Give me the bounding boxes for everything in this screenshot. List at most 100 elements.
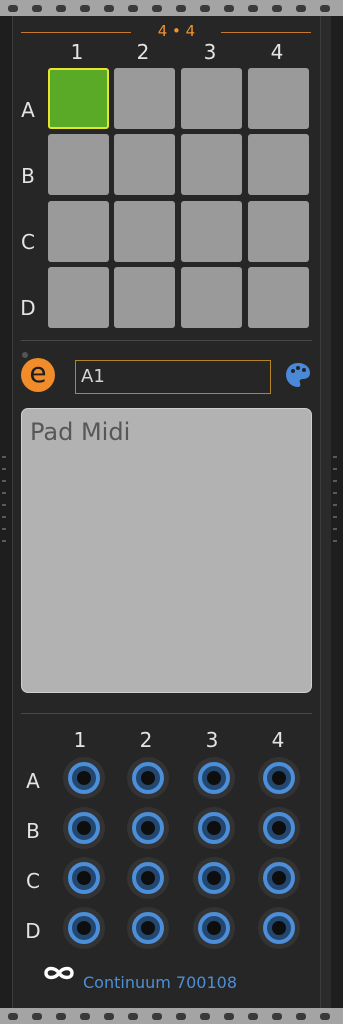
output-jack-d2[interactable] [127, 907, 169, 949]
right-neighbor-module [331, 16, 343, 1008]
panel-marking [2, 492, 6, 494]
panel-marking [2, 528, 6, 530]
rail-hole [176, 1013, 186, 1020]
output-jack-d3[interactable] [193, 907, 235, 949]
pad-row-label: B [21, 164, 35, 188]
pad-a4[interactable] [248, 68, 309, 129]
jack-column-label: 1 [73, 728, 87, 752]
output-jack-b2[interactable] [127, 807, 169, 849]
divider [21, 340, 312, 341]
pad-d2[interactable] [114, 267, 175, 328]
pad-c2[interactable] [114, 201, 175, 262]
pad-a2[interactable] [114, 68, 175, 129]
jack-column-label: 4 [271, 728, 285, 752]
panel-marking [333, 456, 337, 458]
description-panel: Pad Midi [21, 408, 312, 693]
editor-e-icon[interactable]: e [21, 358, 55, 392]
pad-d1[interactable] [48, 267, 109, 328]
selected-pad-field[interactable]: A1 [75, 360, 271, 394]
title-rule-right [221, 32, 311, 33]
pad-b3[interactable] [181, 134, 242, 195]
jack-row-label: C [26, 869, 40, 893]
jack-column-label: 2 [139, 728, 153, 752]
pad-d4[interactable] [248, 267, 309, 328]
output-jack-c3[interactable] [193, 857, 235, 899]
palette-icon[interactable] [285, 362, 311, 392]
jack-column-label: 3 [205, 728, 219, 752]
rail-hole [32, 1013, 42, 1020]
rail-hole [272, 5, 282, 12]
pad-column-label: 4 [270, 40, 284, 64]
rail-hole [248, 5, 258, 12]
rail-hole [128, 5, 138, 12]
rail-hole [8, 5, 18, 12]
pad-c3[interactable] [181, 201, 242, 262]
pad-a1[interactable] [48, 68, 109, 129]
rail-hole [320, 5, 330, 12]
panel-marking [2, 456, 6, 458]
brand-label: Continuum 700108 [83, 973, 237, 992]
rail-hole [200, 5, 210, 12]
rail-hole [80, 1013, 90, 1020]
output-jack-b1[interactable] [63, 807, 105, 849]
output-jack-c2[interactable] [127, 857, 169, 899]
rail-hole [56, 5, 66, 12]
jack-row-label: B [26, 819, 40, 843]
rail-hole [200, 1013, 210, 1020]
infinity-icon [43, 964, 75, 986]
pad-b1[interactable] [48, 134, 109, 195]
output-jack-d4[interactable] [258, 907, 300, 949]
output-jack-a4[interactable] [258, 757, 300, 799]
panel-marking [2, 504, 6, 506]
jack-row-label: D [25, 919, 41, 943]
divider [21, 713, 312, 714]
pad-b2[interactable] [114, 134, 175, 195]
panel-marking [2, 540, 6, 542]
rail-hole [296, 1013, 306, 1020]
output-jack-a3[interactable] [193, 757, 235, 799]
panel-marking [333, 540, 337, 542]
pad-d3[interactable] [181, 267, 242, 328]
panel-marking [333, 492, 337, 494]
output-jack-c4[interactable] [258, 857, 300, 899]
panel-marking [333, 504, 337, 506]
pad-column-label: 1 [70, 40, 84, 64]
panel-marking [333, 480, 337, 482]
rail-hole [320, 1013, 330, 1020]
rail-hole [176, 5, 186, 12]
pad-column-label: 2 [136, 40, 150, 64]
top-rail [0, 0, 343, 16]
jack-row-label: A [26, 769, 40, 793]
panel-marking [2, 480, 6, 482]
rail-hole [56, 1013, 66, 1020]
pad-c1[interactable] [48, 201, 109, 262]
rail-hole [104, 5, 114, 12]
pad-column-label: 3 [203, 40, 217, 64]
output-jack-a1[interactable] [63, 757, 105, 799]
rail-hole [224, 5, 234, 12]
panel-marking [333, 468, 337, 470]
output-jack-d1[interactable] [63, 907, 105, 949]
pad-row-label: D [20, 296, 36, 320]
output-jack-c1[interactable] [63, 857, 105, 899]
pad-row-label: C [21, 230, 35, 254]
title-rule-left [21, 32, 131, 33]
module-title: 4 • 4 [157, 22, 196, 40]
rail-hole [80, 5, 90, 12]
pad-a3[interactable] [181, 68, 242, 129]
rail-hole [224, 1013, 234, 1020]
left-neighbor-module [0, 16, 12, 1008]
output-jack-b4[interactable] [258, 807, 300, 849]
panel-marking [2, 468, 6, 470]
pad-c4[interactable] [248, 201, 309, 262]
rail-hole [128, 1013, 138, 1020]
output-jack-b3[interactable] [193, 807, 235, 849]
pad-row-label: A [21, 98, 35, 122]
rail-hole [104, 1013, 114, 1020]
output-jack-a2[interactable] [127, 757, 169, 799]
status-led [22, 352, 28, 358]
rail-hole [8, 1013, 18, 1020]
pad-b4[interactable] [248, 134, 309, 195]
rail-hole [248, 1013, 258, 1020]
rail-hole [272, 1013, 282, 1020]
